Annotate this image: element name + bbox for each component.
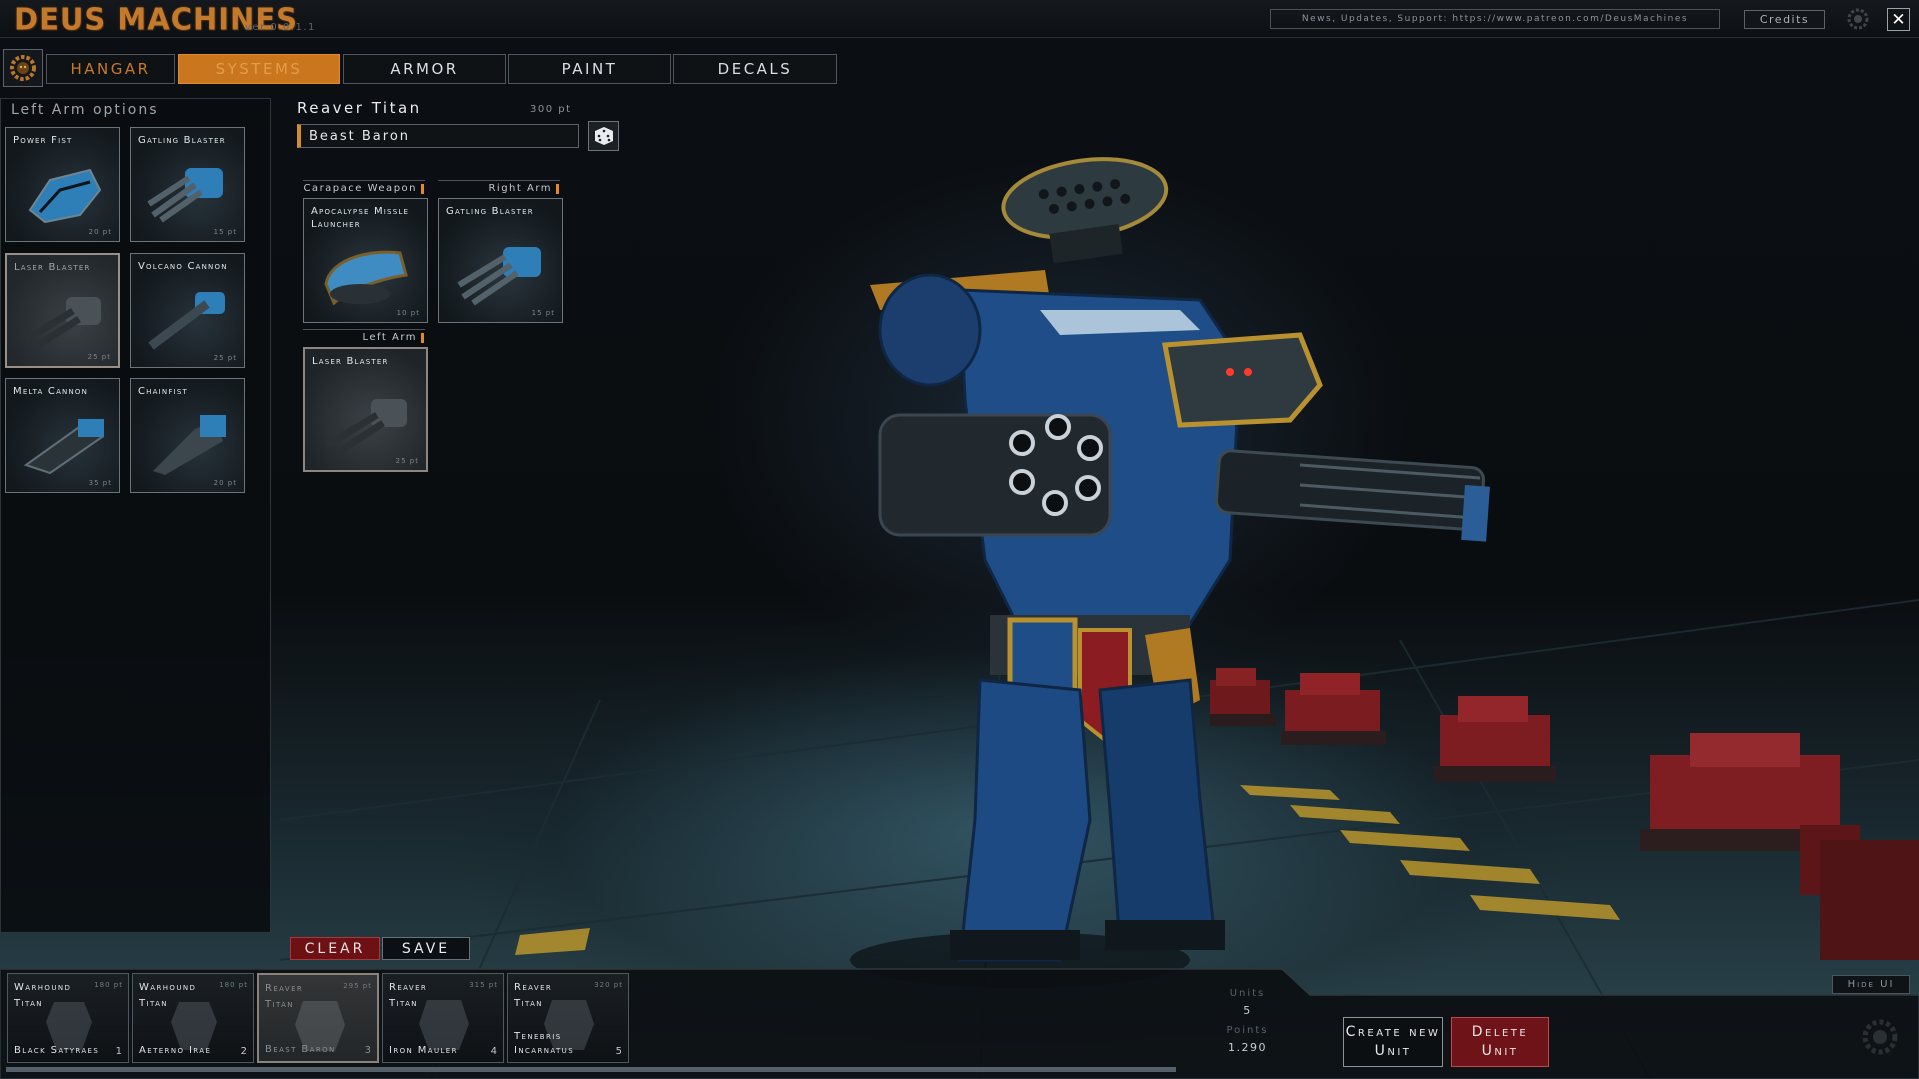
roster-unit-number: 1 bbox=[115, 1046, 122, 1057]
slot-right-arm[interactable]: Gatling Blaster 15 pt bbox=[438, 198, 563, 323]
roster-unit-card[interactable]: Warhound Titan 180 pt Black Satyraes 1 bbox=[7, 973, 129, 1063]
roster-unit-number: 4 bbox=[490, 1046, 497, 1057]
slot-item-points: 15 pt bbox=[531, 309, 555, 317]
gatling-blaster-icon bbox=[457, 247, 541, 306]
slot-item-points: 10 pt bbox=[396, 309, 420, 317]
delete-unit-button[interactable]: Delete Unit bbox=[1451, 1017, 1549, 1067]
tab-systems[interactable]: SYSTEMS bbox=[178, 54, 340, 84]
option-points: 20 pt bbox=[213, 479, 237, 487]
roster-unit-type: Reaver Titan bbox=[514, 982, 553, 1009]
save-button[interactable]: SAVE bbox=[382, 937, 470, 960]
hangar-scene bbox=[0, 0, 1919, 1079]
slot-label-right-arm: Right Arm bbox=[438, 180, 560, 197]
tab-hangar[interactable]: HANGAR bbox=[46, 54, 175, 84]
option-points: 25 pt bbox=[213, 354, 237, 362]
points-value: 1.290 bbox=[1228, 1041, 1267, 1054]
option-card-laser-blaster[interactable]: Laser Blaster 25 pt bbox=[5, 253, 120, 368]
cog-skull-icon bbox=[10, 55, 36, 81]
volcano-cannon-icon bbox=[148, 292, 225, 350]
tab-paint[interactable]: PAINT bbox=[508, 54, 671, 84]
reaver-titan-render bbox=[850, 157, 1490, 988]
roster-unit-points: 180 pt bbox=[94, 981, 123, 989]
slot-left-arm[interactable]: Laser Blaster 25 pt bbox=[303, 347, 428, 472]
roster-unit-name: Aeterno Irae bbox=[139, 1045, 212, 1056]
option-points: 35 pt bbox=[88, 479, 112, 487]
tab-decals[interactable]: DECALS bbox=[673, 54, 837, 84]
slot-carapace-weapon[interactable]: Apocalypse Missle Launcher 10 pt bbox=[303, 198, 428, 323]
roster-unit-type: Warhound Titan bbox=[14, 982, 72, 1009]
options-panel-title: Left Arm options bbox=[11, 102, 159, 118]
option-name: Power Fist bbox=[13, 135, 73, 146]
slot-item-name: Apocalypse Missle Launcher bbox=[311, 206, 410, 230]
unit-name-input[interactable] bbox=[297, 124, 579, 148]
melta-cannon-icon bbox=[23, 419, 104, 475]
missile-launcher-icon bbox=[324, 250, 408, 306]
chainfist-icon bbox=[153, 415, 226, 475]
unit-points: 300 pt bbox=[530, 104, 572, 115]
power-fist-icon bbox=[28, 168, 102, 224]
slot-label-left-arm: Left Arm bbox=[303, 329, 425, 346]
option-points: 25 pt bbox=[87, 353, 111, 361]
slot-item-name: Gatling Blaster bbox=[446, 206, 534, 217]
roster-unit-type: Reaver Titan bbox=[389, 982, 428, 1009]
gear-icon bbox=[1847, 8, 1869, 30]
points-label: Points bbox=[1226, 1025, 1269, 1036]
roster-unit-points: 320 pt bbox=[594, 981, 623, 989]
roster-scrollbar-thumb[interactable] bbox=[6, 1067, 1176, 1072]
hide-ui-button[interactable]: Hide UI bbox=[1832, 975, 1910, 994]
roster-unit-name: Tenebris Incarnatus bbox=[514, 1031, 575, 1056]
option-points: 15 pt bbox=[213, 228, 237, 236]
roster-unit-card[interactable]: Reaver Titan 320 pt Tenebris Incarnatus … bbox=[507, 973, 629, 1063]
cog-logo-icon bbox=[1862, 1019, 1898, 1055]
roster-unit-card[interactable]: Warhound Titan 180 pt Aeterno Irae 2 bbox=[132, 973, 254, 1063]
hangar-floor-render bbox=[279, 157, 1919, 1079]
roster-scrollbar[interactable] bbox=[6, 1067, 1176, 1072]
roster-unit-number: 5 bbox=[615, 1046, 622, 1057]
dice-icon bbox=[594, 127, 613, 145]
roster-unit-type: Warhound Titan bbox=[139, 982, 197, 1009]
option-card-power-fist[interactable]: Power Fist 20 pt bbox=[5, 127, 120, 242]
option-points: 20 pt bbox=[88, 228, 112, 236]
option-name: Gatling Blaster bbox=[138, 135, 226, 146]
roster-unit-name: Beast Baron bbox=[265, 1044, 336, 1055]
laser-blaster-icon bbox=[25, 297, 101, 350]
option-name: Laser Blaster bbox=[14, 262, 91, 273]
option-name: Volcano Cannon bbox=[138, 261, 228, 272]
credits-button[interactable]: Credits bbox=[1744, 10, 1825, 29]
close-button[interactable]: ✕ bbox=[1887, 8, 1910, 31]
option-name: Melta Cannon bbox=[13, 386, 89, 397]
units-value: 5 bbox=[1243, 1004, 1252, 1017]
roster-unit-points: 315 pt bbox=[469, 981, 498, 989]
randomize-name-button[interactable] bbox=[588, 121, 619, 151]
roster-unit-card[interactable]: Reaver Titan 315 pt Iron Mauler 4 bbox=[382, 973, 504, 1063]
roster-unit-name: Iron Mauler bbox=[389, 1045, 458, 1056]
roster-unit-card-selected[interactable]: Reaver Titan 295 pt Beast Baron 3 bbox=[257, 973, 379, 1063]
unit-class-title: Reaver Titan bbox=[297, 99, 422, 117]
roster-unit-points: 295 pt bbox=[343, 982, 372, 990]
army-stats: Units 5 Points 1.290 bbox=[1215, 988, 1280, 1062]
roster-unit-number: 2 bbox=[240, 1046, 247, 1057]
slot-label-carapace: Carapace Weapon bbox=[303, 180, 425, 197]
create-unit-button[interactable]: Create new Unit bbox=[1343, 1017, 1443, 1067]
roster-unit-name: Black Satyraes bbox=[14, 1045, 100, 1056]
option-card-melta-cannon[interactable]: Melta Cannon 35 pt bbox=[5, 378, 120, 493]
version-label: ver:0.0.1.1 bbox=[245, 22, 316, 33]
roster-unit-type: Reaver Titan bbox=[265, 983, 304, 1010]
roster-unit-points: 180 pt bbox=[219, 981, 248, 989]
option-card-gatling-blaster[interactable]: Gatling Blaster 15 pt bbox=[130, 127, 245, 242]
news-link[interactable]: News, Updates, Support: https://www.patr… bbox=[1270, 9, 1720, 29]
gatling-blaster-icon bbox=[147, 168, 223, 223]
mechanicus-emblem-button[interactable] bbox=[3, 49, 43, 87]
option-name: Chainfist bbox=[138, 386, 188, 397]
option-card-volcano-cannon[interactable]: Volcano Cannon 25 pt bbox=[130, 253, 245, 368]
units-label: Units bbox=[1229, 988, 1266, 999]
laser-blaster-icon bbox=[325, 399, 407, 456]
slot-item-points: 25 pt bbox=[395, 457, 419, 465]
title-bar: DEUS MACHINES ver:0.0.1.1 News, Updates,… bbox=[0, 0, 1919, 38]
tab-armor[interactable]: ARMOR bbox=[343, 54, 506, 84]
option-card-chainfist[interactable]: Chainfist 20 pt bbox=[130, 378, 245, 493]
roster-unit-number: 3 bbox=[364, 1045, 371, 1056]
clear-button[interactable]: CLEAR bbox=[290, 937, 380, 960]
slot-item-name: Laser Blaster bbox=[312, 356, 389, 367]
